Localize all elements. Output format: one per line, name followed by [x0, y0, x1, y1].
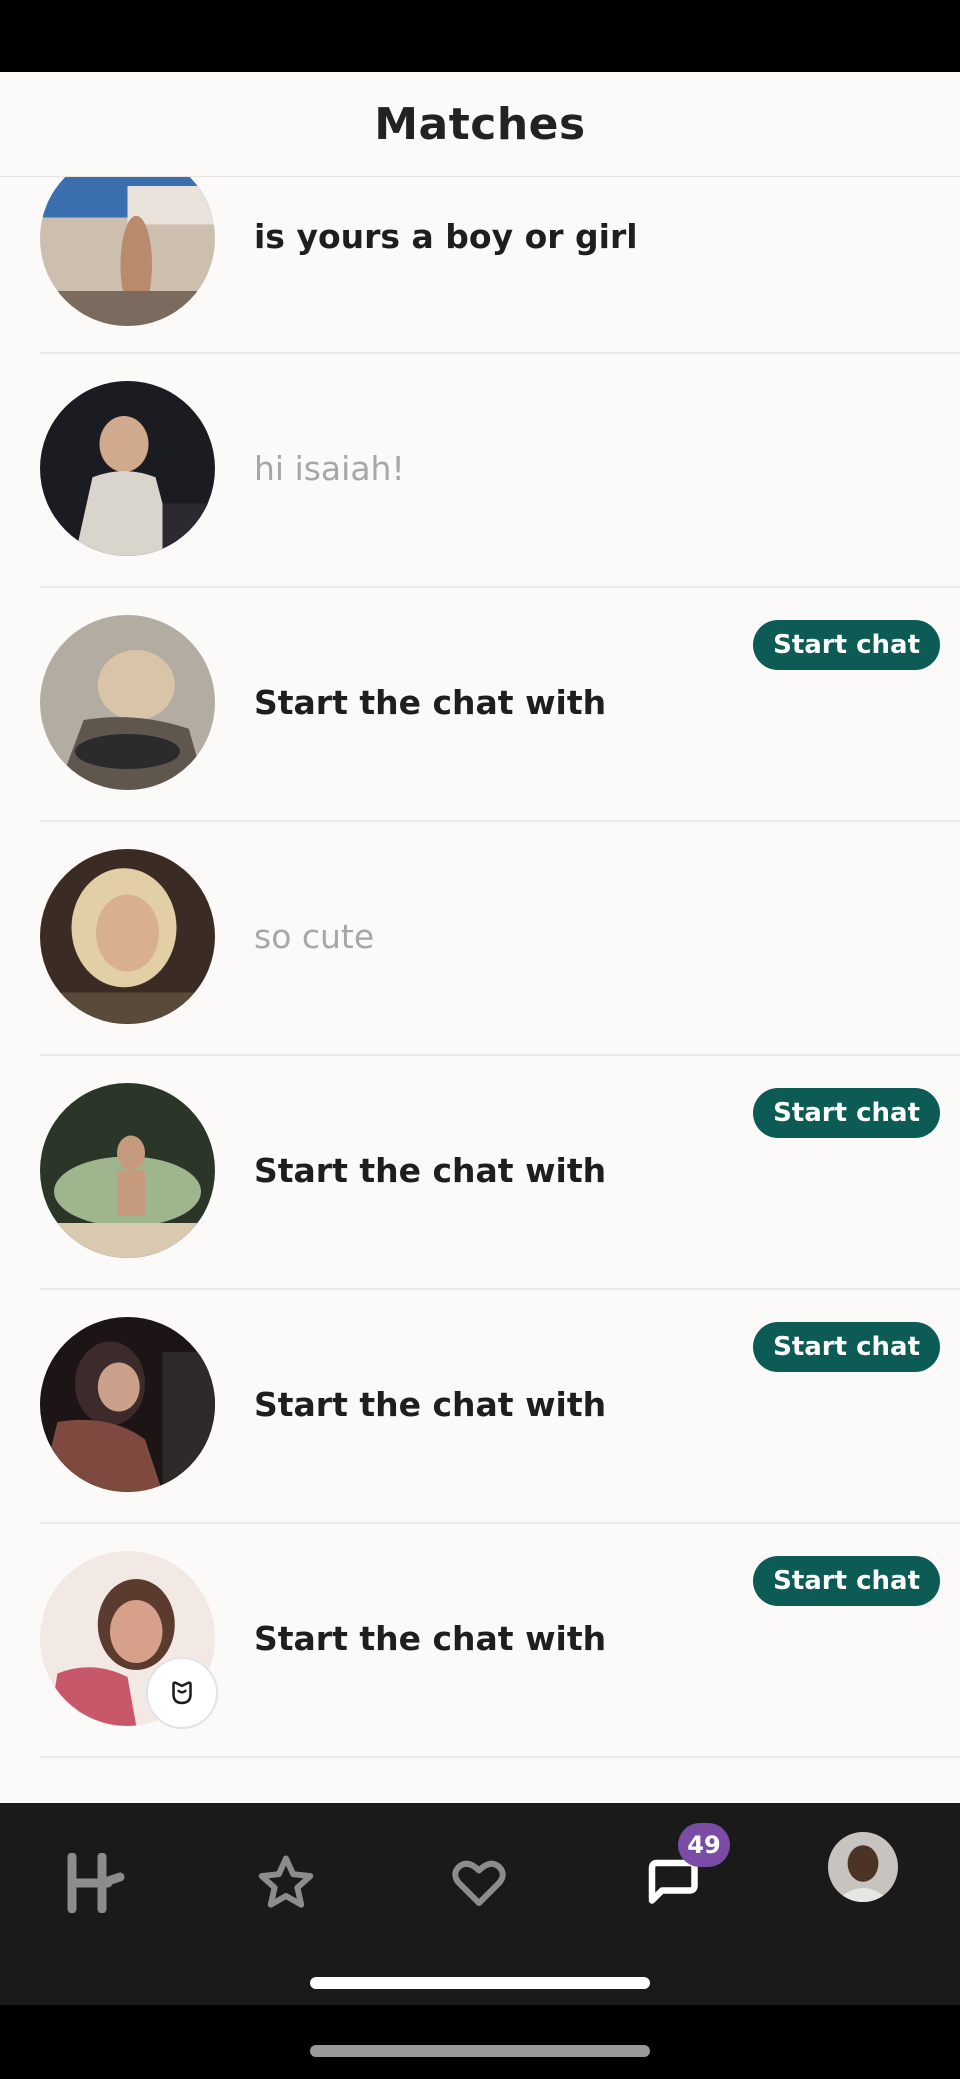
profile-avatar [828, 1832, 898, 1902]
home-icon [67, 1853, 125, 1913]
divider [40, 1756, 960, 1758]
last-message: hi isaiah! [254, 449, 405, 488]
avatar[interactable] [40, 177, 215, 326]
nav-likes[interactable] [439, 1843, 519, 1923]
page-title: Matches [374, 98, 586, 150]
start-chat-button[interactable]: Start chat [753, 1556, 940, 1606]
avatar-photo [40, 849, 215, 1024]
star-icon [258, 1855, 314, 1908]
nav-home[interactable] [54, 1843, 134, 1923]
matches-list[interactable]: is yours a boy or girl hi isaiah! Start … [0, 177, 960, 1803]
heart-icon [452, 1860, 506, 1906]
match-row[interactable]: is yours a boy or girl [0, 177, 960, 354]
rose-badge[interactable] [146, 1657, 218, 1729]
match-row[interactable]: Start chat Start the chat with [0, 1524, 960, 1758]
system-bar [0, 2005, 960, 2079]
match-row[interactable]: Start chat Start the chat with [0, 1290, 960, 1524]
unread-badge: 49 [678, 1823, 730, 1867]
avatar-photo [40, 1083, 215, 1258]
last-message: Start the chat with [254, 1619, 607, 1658]
last-message: Start the chat with [254, 1151, 607, 1190]
last-message: Start the chat with [254, 683, 607, 722]
header: Matches [0, 72, 960, 177]
match-row[interactable]: hi isaiah! [0, 354, 960, 588]
avatar-photo [40, 381, 215, 556]
last-message: so cute [254, 917, 375, 956]
start-chat-button[interactable]: Start chat [753, 1088, 940, 1138]
avatar-photo [40, 1317, 215, 1492]
system-gesture-pill [310, 2045, 650, 2057]
last-message: is yours a boy or girl [254, 217, 638, 256]
match-row[interactable]: Start chat Start the chat with [0, 588, 960, 822]
nav-standouts[interactable] [246, 1843, 326, 1923]
status-bar [0, 0, 960, 72]
avatar[interactable] [40, 381, 215, 556]
match-row[interactable]: Start chat Start the chat with [0, 1056, 960, 1290]
start-chat-button[interactable]: Start chat [753, 1322, 940, 1372]
start-chat-button[interactable]: Start chat [753, 620, 940, 670]
avatar[interactable] [40, 1317, 215, 1492]
nav-profile-avatar[interactable] [828, 1832, 898, 1902]
home-indicator [310, 1977, 650, 1989]
avatar[interactable] [40, 1083, 215, 1258]
avatar-photo [40, 177, 215, 326]
match-row[interactable]: so cute [0, 822, 960, 1056]
avatar[interactable] [40, 849, 215, 1024]
avatar-photo [40, 615, 215, 790]
avatar[interactable] [40, 615, 215, 790]
last-message: Start the chat with [254, 1385, 607, 1424]
rose-icon [172, 1681, 192, 1705]
bottom-nav: 49 [0, 1803, 960, 2005]
